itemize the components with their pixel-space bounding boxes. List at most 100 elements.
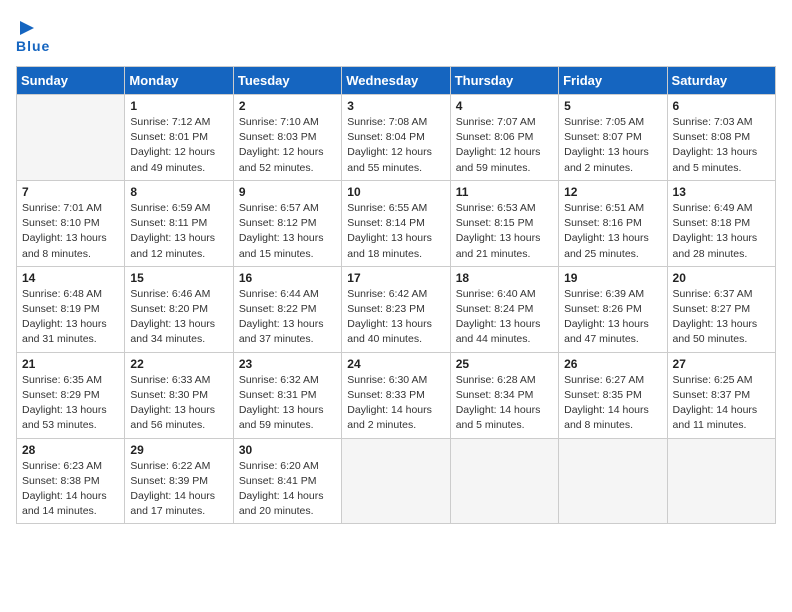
- calendar-cell: 12 Sunrise: 6:51 AMSunset: 8:16 PMDayligh…: [559, 180, 667, 266]
- day-number: 27: [673, 357, 770, 371]
- calendar-cell: 20Sunrise: 6:37 AMSunset: 8:27 PMDayligh…: [667, 266, 775, 352]
- day-info: Sunrise: 6:55 AMSunset: 8:14 PMDaylight:…: [347, 201, 444, 262]
- day-number: 10: [347, 185, 444, 199]
- day-info: Sunrise: 7:07 AMSunset: 8:06 PMDaylight:…: [456, 115, 553, 176]
- day-info: Sunrise: 6:28 AMSunset: 8:34 PMDaylight:…: [456, 373, 553, 434]
- day-number: 29: [130, 443, 227, 457]
- day-number: 14: [22, 271, 119, 285]
- day-number: 11: [456, 185, 553, 199]
- calendar-cell: 11 Sunrise: 6:53 AMSunset: 8:15 PMDayligh…: [450, 180, 558, 266]
- calendar-cell: [342, 438, 450, 524]
- day-number: 26: [564, 357, 661, 371]
- calendar-table: SundayMondayTuesdayWednesdayThursdayFrid…: [16, 66, 776, 524]
- calendar-cell: [559, 438, 667, 524]
- day-number: 23: [239, 357, 336, 371]
- day-info: Sunrise: 6:48 AMSunset: 8:19 PMDaylight:…: [22, 287, 119, 348]
- day-info: Sunrise: 7:08 AMSunset: 8:04 PMDaylight:…: [347, 115, 444, 176]
- day-info: Sunrise: 6:25 AMSunset: 8:37 PMDaylight:…: [673, 373, 770, 434]
- day-number: 6: [673, 99, 770, 113]
- logo-line: Blue: [16, 38, 50, 54]
- calendar-cell: 13 Sunrise: 6:49 AMSunset: 8:18 PMDayligh…: [667, 180, 775, 266]
- calendar-cell: 8 Sunrise: 6:59 AMSunset: 8:11 PMDaylight…: [125, 180, 233, 266]
- day-number: 17: [347, 271, 444, 285]
- calendar-week-row: 14 Sunrise: 6:48 AMSunset: 8:19 PMDayligh…: [17, 266, 776, 352]
- calendar-cell: 27 Sunrise: 6:25 AMSunset: 8:37 PMDayligh…: [667, 352, 775, 438]
- day-info: Sunrise: 6:42 AMSunset: 8:23 PMDaylight:…: [347, 287, 444, 348]
- day-number: 22: [130, 357, 227, 371]
- day-info: Sunrise: 6:40 AMSunset: 8:24 PMDaylight:…: [456, 287, 553, 348]
- day-number: 21: [22, 357, 119, 371]
- calendar-cell: 23 Sunrise: 6:32 AMSunset: 8:31 PMDayligh…: [233, 352, 341, 438]
- day-info: Sunrise: 6:23 AMSunset: 8:38 PMDaylight:…: [22, 459, 119, 520]
- day-info: Sunrise: 6:46 AMSunset: 8:20 PMDaylight:…: [130, 287, 227, 348]
- calendar-week-row: 1Sunrise: 7:12 AMSunset: 8:01 PMDaylight…: [17, 95, 776, 181]
- calendar-cell: 5 Sunrise: 7:05 AMSunset: 8:07 PMDaylight…: [559, 95, 667, 181]
- calendar-cell: 22 Sunrise: 6:33 AMSunset: 8:30 PMDayligh…: [125, 352, 233, 438]
- calendar-cell: 4 Sunrise: 7:07 AMSunset: 8:06 PMDaylight…: [450, 95, 558, 181]
- column-header-monday: Monday: [125, 67, 233, 95]
- calendar-cell: 1Sunrise: 7:12 AMSunset: 8:01 PMDaylight…: [125, 95, 233, 181]
- calendar-cell: 28Sunrise: 6:23 AMSunset: 8:38 PMDayligh…: [17, 438, 125, 524]
- day-number: 7: [22, 185, 119, 199]
- day-number: 25: [456, 357, 553, 371]
- day-number: 18: [456, 271, 553, 285]
- calendar-cell: 14 Sunrise: 6:48 AMSunset: 8:19 PMDayligh…: [17, 266, 125, 352]
- day-info: Sunrise: 6:33 AMSunset: 8:30 PMDaylight:…: [130, 373, 227, 434]
- column-header-wednesday: Wednesday: [342, 67, 450, 95]
- day-info: Sunrise: 7:10 AMSunset: 8:03 PMDaylight:…: [239, 115, 336, 176]
- calendar-cell: 26 Sunrise: 6:27 AMSunset: 8:35 PMDayligh…: [559, 352, 667, 438]
- column-header-friday: Friday: [559, 67, 667, 95]
- calendar-week-row: 7 Sunrise: 7:01 AMSunset: 8:10 PMDaylight…: [17, 180, 776, 266]
- day-info: Sunrise: 7:03 AMSunset: 8:08 PMDaylight:…: [673, 115, 770, 176]
- day-number: 4: [456, 99, 553, 113]
- day-info: Sunrise: 6:57 AMSunset: 8:12 PMDaylight:…: [239, 201, 336, 262]
- calendar-cell: 24Sunrise: 6:30 AMSunset: 8:33 PMDayligh…: [342, 352, 450, 438]
- day-number: 3: [347, 99, 444, 113]
- calendar-cell: 30 Sunrise: 6:20 AMSunset: 8:41 PMDayligh…: [233, 438, 341, 524]
- calendar-cell: 18 Sunrise: 6:40 AMSunset: 8:24 PMDayligh…: [450, 266, 558, 352]
- calendar-cell: [667, 438, 775, 524]
- calendar-week-row: 21Sunrise: 6:35 AMSunset: 8:29 PMDayligh…: [17, 352, 776, 438]
- day-number: 12: [564, 185, 661, 199]
- day-info: Sunrise: 6:51 AMSunset: 8:16 PMDaylight:…: [564, 201, 661, 262]
- day-number: 8: [130, 185, 227, 199]
- day-info: Sunrise: 6:32 AMSunset: 8:31 PMDaylight:…: [239, 373, 336, 434]
- day-info: Sunrise: 6:59 AMSunset: 8:11 PMDaylight:…: [130, 201, 227, 262]
- calendar-cell: 7 Sunrise: 7:01 AMSunset: 8:10 PMDaylight…: [17, 180, 125, 266]
- day-info: Sunrise: 6:44 AMSunset: 8:22 PMDaylight:…: [239, 287, 336, 348]
- calendar-cell: 25 Sunrise: 6:28 AMSunset: 8:34 PMDayligh…: [450, 352, 558, 438]
- day-number: 2: [239, 99, 336, 113]
- column-header-saturday: Saturday: [667, 67, 775, 95]
- logo: Blue: [16, 16, 50, 54]
- calendar-cell: [17, 95, 125, 181]
- logo-text: [16, 16, 36, 38]
- calendar-cell: 3 Sunrise: 7:08 AMSunset: 8:04 PMDaylight…: [342, 95, 450, 181]
- day-info: Sunrise: 7:05 AMSunset: 8:07 PMDaylight:…: [564, 115, 661, 176]
- day-info: Sunrise: 6:39 AMSunset: 8:26 PMDaylight:…: [564, 287, 661, 348]
- logo-arrow-icon: [18, 19, 36, 37]
- page-header: Blue: [16, 16, 776, 54]
- day-info: Sunrise: 7:01 AMSunset: 8:10 PMDaylight:…: [22, 201, 119, 262]
- day-info: Sunrise: 6:20 AMSunset: 8:41 PMDaylight:…: [239, 459, 336, 520]
- calendar-cell: 19 Sunrise: 6:39 AMSunset: 8:26 PMDayligh…: [559, 266, 667, 352]
- calendar-cell: 21Sunrise: 6:35 AMSunset: 8:29 PMDayligh…: [17, 352, 125, 438]
- calendar-cell: 2 Sunrise: 7:10 AMSunset: 8:03 PMDaylight…: [233, 95, 341, 181]
- day-number: 13: [673, 185, 770, 199]
- calendar-week-row: 28Sunrise: 6:23 AMSunset: 8:38 PMDayligh…: [17, 438, 776, 524]
- day-number: 16: [239, 271, 336, 285]
- day-info: Sunrise: 6:49 AMSunset: 8:18 PMDaylight:…: [673, 201, 770, 262]
- day-number: 5: [564, 99, 661, 113]
- day-info: Sunrise: 6:27 AMSunset: 8:35 PMDaylight:…: [564, 373, 661, 434]
- calendar-cell: 17 Sunrise: 6:42 AMSunset: 8:23 PMDayligh…: [342, 266, 450, 352]
- calendar-cell: 6 Sunrise: 7:03 AMSunset: 8:08 PMDaylight…: [667, 95, 775, 181]
- day-number: 9: [239, 185, 336, 199]
- day-number: 19: [564, 271, 661, 285]
- day-number: 20: [673, 271, 770, 285]
- calendar-cell: 9 Sunrise: 6:57 AMSunset: 8:12 PMDaylight…: [233, 180, 341, 266]
- day-info: Sunrise: 6:22 AMSunset: 8:39 PMDaylight:…: [130, 459, 227, 520]
- calendar-cell: 29 Sunrise: 6:22 AMSunset: 8:39 PMDayligh…: [125, 438, 233, 524]
- calendar-header-row: SundayMondayTuesdayWednesdayThursdayFrid…: [17, 67, 776, 95]
- calendar-cell: [450, 438, 558, 524]
- day-info: Sunrise: 6:53 AMSunset: 8:15 PMDaylight:…: [456, 201, 553, 262]
- day-number: 30: [239, 443, 336, 457]
